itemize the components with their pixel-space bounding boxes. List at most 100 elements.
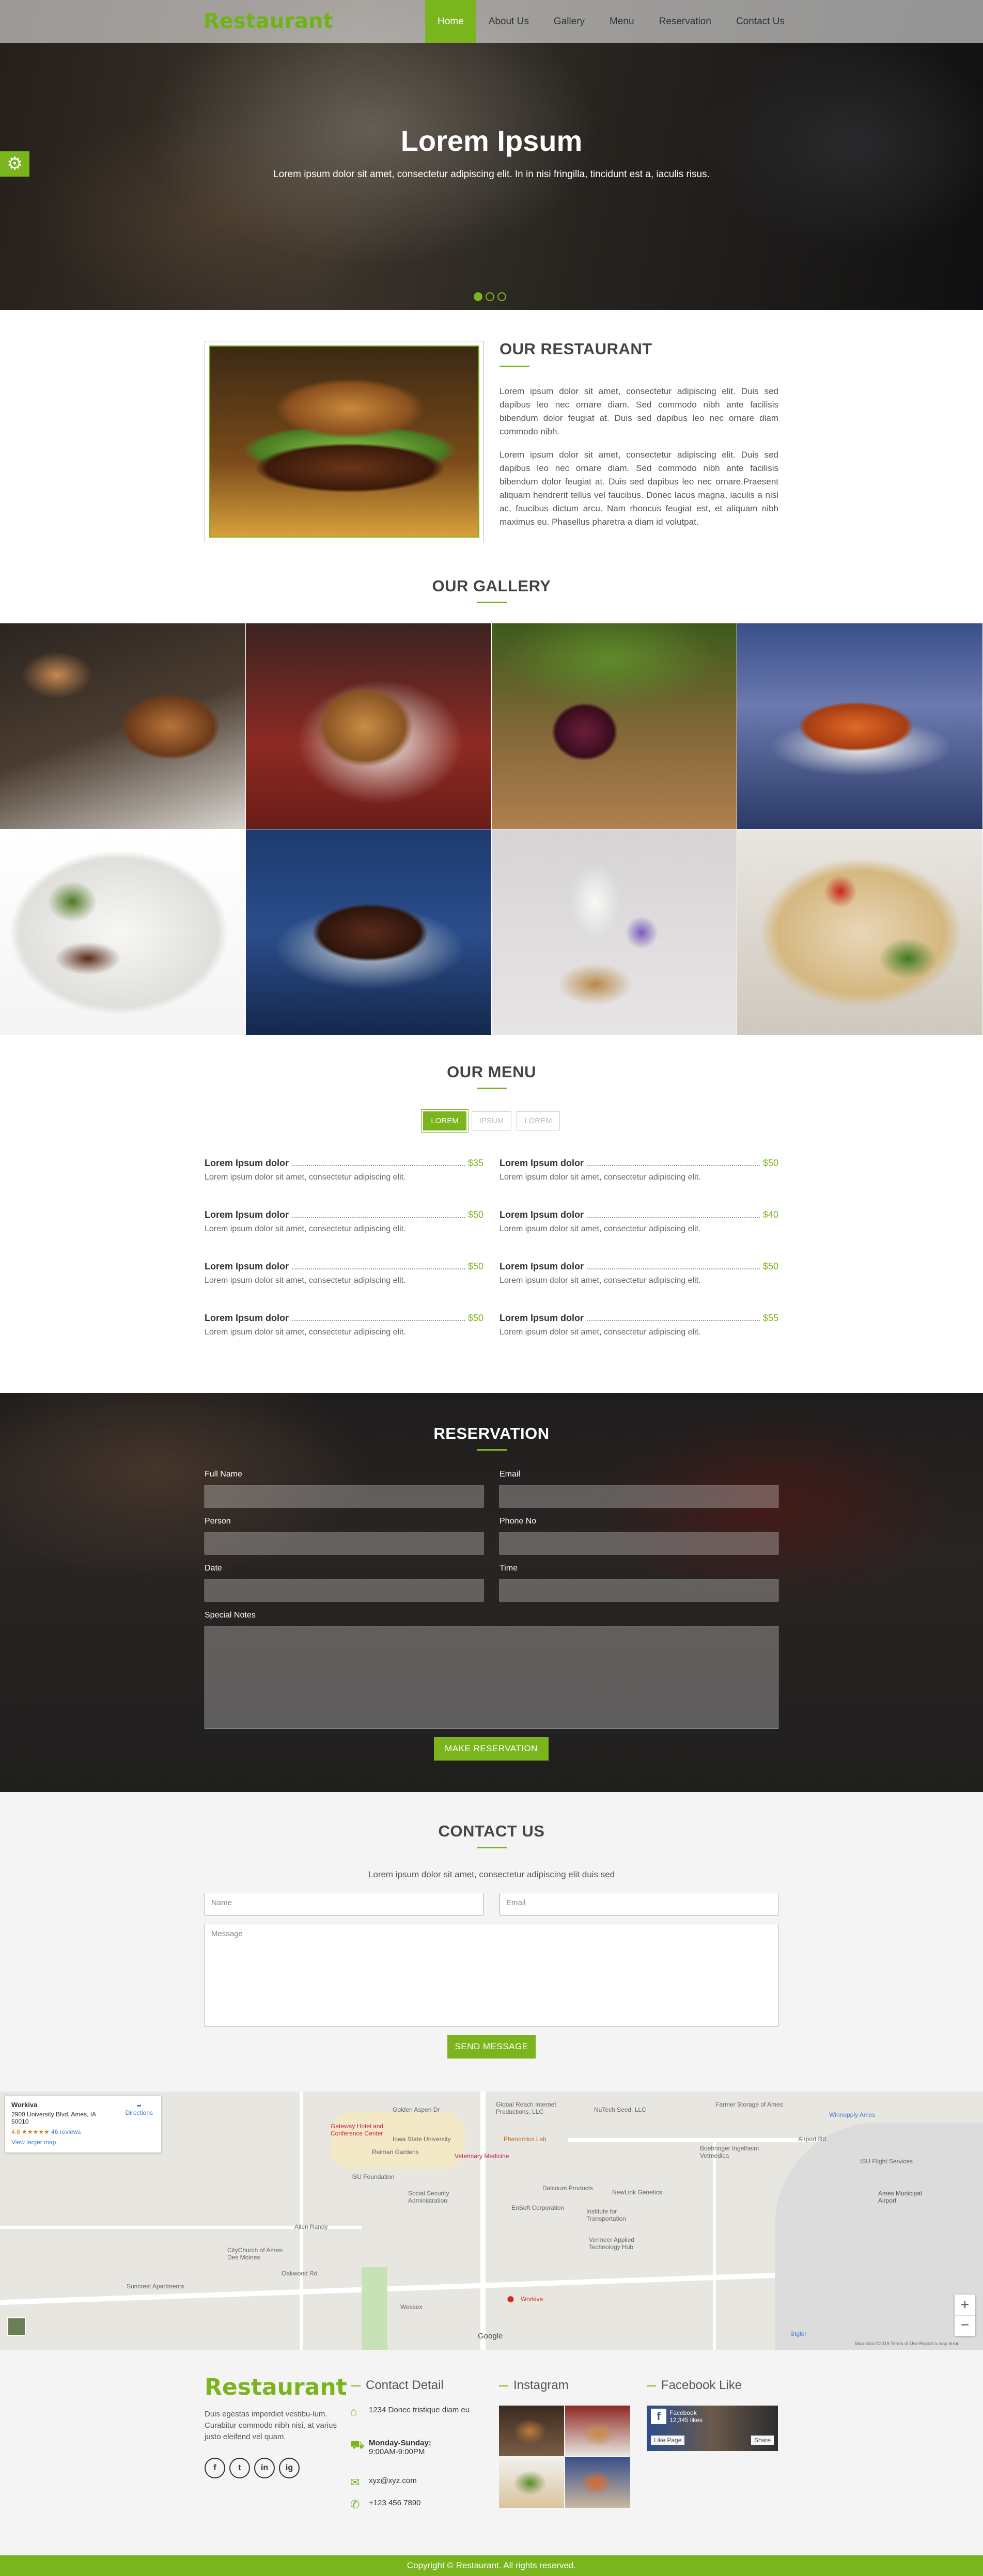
map-label: Ames Municipal Airport <box>878 2190 922 2204</box>
google-logo: Google <box>478 2332 503 2341</box>
about-title: OUR RESTAURANT <box>500 340 652 358</box>
slider-dot[interactable] <box>474 292 482 301</box>
directions-link[interactable]: ➦ Directions <box>126 2102 153 2116</box>
view-larger-map-link[interactable]: View larger map <box>11 2139 155 2146</box>
title-underline <box>476 1847 507 1848</box>
map-road <box>480 2092 486 2350</box>
menu-tab-lorem-2[interactable]: LOREM <box>517 1111 560 1130</box>
site-logo[interactable]: Restaurant <box>204 9 333 33</box>
zoom-in-icon[interactable]: + <box>955 2295 975 2315</box>
map-label: Veterinary Medicine <box>455 2153 509 2160</box>
notes-textarea[interactable] <box>205 1626 778 1729</box>
map-zoom-control: + − <box>955 2295 975 2336</box>
menu-item: Lorem Ipsum dolor $50 Lorem ipsum dolor s… <box>205 1210 483 1234</box>
menu-item-desc: Lorem ipsum dolor sit amet, consectetur … <box>205 1224 406 1233</box>
map-road <box>713 2138 716 2350</box>
make-reservation-button[interactable]: MAKE RESERVATION <box>434 1737 549 1761</box>
about-image <box>205 341 484 542</box>
gallery-image[interactable] <box>491 623 738 829</box>
menu-item-desc: Lorem ipsum dolor sit amet, consectetur … <box>500 1173 701 1182</box>
map-label: Phenomics Lab <box>504 2135 547 2143</box>
gallery-image[interactable] <box>245 829 492 1035</box>
fb-share-button[interactable]: Share <box>751 2436 774 2445</box>
full-name-label: Full Name <box>205 1470 242 1479</box>
date-input[interactable] <box>205 1579 483 1601</box>
map-label: EnSoft Corporation <box>511 2204 565 2211</box>
footer-text: Duis egestas imperdiet vestibu-lum. Cura… <box>205 2410 337 2441</box>
menu-item-dots <box>292 1320 465 1321</box>
gallery-image[interactable] <box>491 829 738 1035</box>
slider-dot[interactable] <box>486 292 494 301</box>
map-marker-icon: ⌂ <box>350 2405 357 2418</box>
twitter-icon[interactable]: t <box>229 2458 250 2478</box>
email-input[interactable]: Email <box>500 1893 778 1915</box>
footer-logo[interactable]: Restaurant <box>205 2374 347 2400</box>
nav-item-reservation[interactable]: Reservation <box>647 0 724 43</box>
map-pin-icon[interactable]: ● <box>506 2290 515 2307</box>
map-footer-note[interactable]: Map data ©2019 Terms of Use Report a map… <box>855 2341 959 2346</box>
satellite-toggle[interactable] <box>7 2317 26 2336</box>
gallery-image[interactable] <box>245 623 492 829</box>
map-label: Airport Rd <box>798 2135 826 2143</box>
person-label: Person <box>205 1517 231 1526</box>
gear-icon[interactable]: ⚙ <box>0 151 29 177</box>
gallery-image[interactable] <box>0 829 246 1035</box>
menu-item-dots <box>292 1268 465 1269</box>
contact-detail-title: Contact Detail <box>351 2378 444 2393</box>
menu-item-price: $40 <box>762 1210 778 1220</box>
instagram-image[interactable] <box>499 2457 564 2508</box>
time-input[interactable] <box>500 1579 778 1601</box>
map-label: Winnopply Ames <box>829 2111 876 2118</box>
menu-tab-lorem[interactable]: LOREM <box>423 1111 466 1130</box>
map-label: Institute for Transportation <box>586 2208 626 2222</box>
title-underline <box>476 1088 507 1089</box>
hero-subtitle: Lorem ipsum dolor sit amet, consectetur … <box>273 169 710 180</box>
map-rating: 4.8 ★★★★★ 46 reviews <box>11 2128 155 2135</box>
gallery-image[interactable] <box>0 623 246 829</box>
email-input[interactable] <box>500 1485 778 1507</box>
facebook-icon: f <box>651 2409 666 2424</box>
phone-text[interactable]: +123 456 7890 <box>369 2499 421 2511</box>
nav-item-about[interactable]: About Us <box>476 0 541 43</box>
message-textarea[interactable]: Message <box>205 1924 778 2027</box>
nav-item-home[interactable]: Home <box>425 0 476 43</box>
menu-item-dots <box>292 1165 465 1166</box>
map-label: Allen Randy <box>294 2223 328 2231</box>
instagram-icon[interactable]: ig <box>279 2458 300 2478</box>
facebook-widget[interactable]: f Facebook 12,345 likes Like Page Share <box>647 2406 778 2451</box>
zoom-out-icon[interactable]: − <box>955 2315 975 2336</box>
footer-phone: ✆ +123 456 7890 <box>350 2499 479 2511</box>
gallery-image[interactable] <box>737 623 983 829</box>
map-label: Global Reach Internet Productions, LLC <box>496 2101 556 2115</box>
menu-tab-ipsum[interactable]: IPSUM <box>471 1111 512 1130</box>
nav-item-gallery[interactable]: Gallery <box>541 0 597 43</box>
title-underline <box>476 1449 507 1451</box>
nav-item-menu[interactable]: Menu <box>597 0 647 43</box>
linkedin-icon[interactable]: in <box>254 2458 275 2478</box>
map-label: Social Security Administration <box>408 2190 449 2204</box>
person-input[interactable] <box>205 1532 483 1554</box>
fb-like-page-button[interactable]: Like Page <box>651 2436 685 2445</box>
title-underline <box>500 366 529 367</box>
instagram-image[interactable] <box>565 2406 630 2456</box>
instagram-image[interactable] <box>565 2457 630 2508</box>
gallery-image[interactable] <box>737 829 983 1035</box>
phone-input[interactable] <box>500 1532 778 1554</box>
menu-item-desc: Lorem ipsum dolor sit amet, consectetur … <box>500 1224 701 1233</box>
name-input[interactable]: Name <box>205 1893 483 1915</box>
full-name-input[interactable] <box>205 1485 483 1507</box>
menu-item-name: Lorem Ipsum dolor <box>500 1210 584 1220</box>
map-label: Wessex <box>400 2303 423 2311</box>
facebook-icon[interactable]: f <box>205 2458 225 2478</box>
send-message-button[interactable]: SEND MESSAGE <box>447 2035 536 2059</box>
email-text[interactable]: xyz@xyz.com <box>369 2476 417 2489</box>
instagram-image[interactable] <box>499 2406 564 2456</box>
about-paragraph: Lorem ipsum dolor sit amet, consectetur … <box>500 386 778 436</box>
directions-label: Directions <box>125 2109 153 2116</box>
slider-dot[interactable] <box>497 292 506 301</box>
menu-item-price: $50 <box>762 1158 778 1168</box>
hours-label: Monday-Sunday: <box>369 2439 431 2447</box>
map-reviews-link[interactable]: 46 reviews <box>51 2128 81 2135</box>
nav-item-contact[interactable]: Contact Us <box>724 0 797 43</box>
menu-item: Lorem Ipsum dolor $50 Lorem ipsum dolor s… <box>500 1261 778 1285</box>
